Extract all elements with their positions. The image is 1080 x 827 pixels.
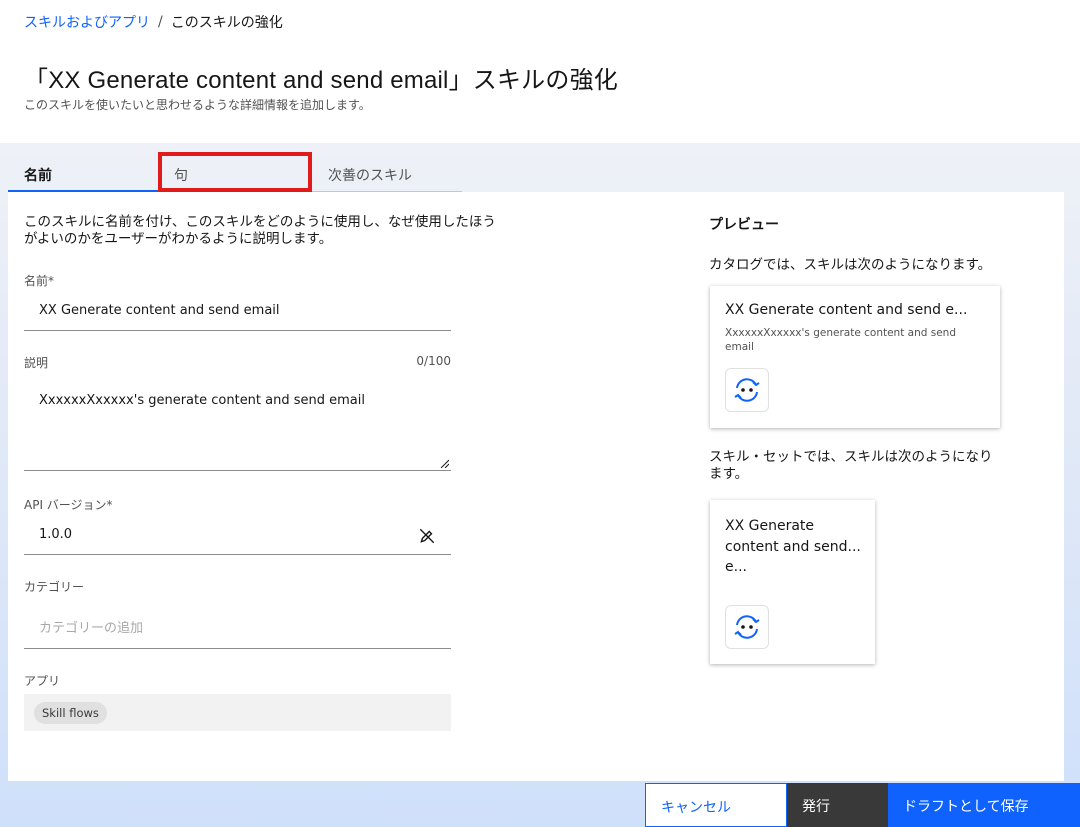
catalog-card-description: XxxxxxXxxxxx's generate content and send… bbox=[725, 327, 957, 353]
apps-label: アプリ bbox=[24, 674, 61, 688]
preview-skillset-card: XX Generate content and send... e... bbox=[710, 500, 875, 664]
apps-field: Skill flows bbox=[24, 694, 451, 731]
page-subtitle: このスキルを使いたいと思わせるような詳細情報を追加します。 bbox=[24, 98, 371, 112]
publish-button[interactable]: 発行 bbox=[787, 783, 888, 827]
name-input[interactable] bbox=[24, 291, 451, 331]
api-version-label: API バージョン* bbox=[24, 498, 113, 512]
footer-actions: キャンセル 発行 ドラフトとして保存 bbox=[645, 783, 1080, 827]
breadcrumb-link-skills-apps[interactable]: スキルおよびアプリ bbox=[24, 12, 150, 32]
page-title: 「XX Generate content and send email」スキルの… bbox=[24, 67, 618, 94]
breadcrumb: スキルおよびアプリ / このスキルの強化 bbox=[24, 12, 283, 32]
page-header: スキルおよびアプリ / このスキルの強化 「XX Generate conten… bbox=[0, 0, 1080, 143]
preview-title: プレビュー bbox=[709, 217, 779, 233]
tab-panel: このスキルに名前を付け、このスキルをどのように使用し、なぜ使用したほうがよいのか… bbox=[8, 192, 1064, 781]
edit-off-icon[interactable] bbox=[418, 527, 436, 545]
description-label: 説明 bbox=[24, 356, 49, 370]
skill-flow-icon bbox=[725, 368, 769, 412]
cancel-button[interactable]: キャンセル bbox=[645, 783, 787, 827]
category-label: カテゴリー bbox=[24, 580, 85, 594]
skillset-card-title: XX Generate content and send... e... bbox=[725, 518, 861, 575]
description-textarea[interactable]: XxxxxxXxxxxx's generate content and send… bbox=[24, 381, 451, 471]
app-tag-skill-flows: Skill flows bbox=[34, 702, 107, 724]
tab-phrases[interactable]: 句 bbox=[158, 152, 312, 192]
tab-list: 名前 句 次善のスキル bbox=[8, 152, 462, 192]
breadcrumb-current: このスキルの強化 bbox=[170, 15, 283, 31]
name-label: 名前* bbox=[24, 274, 55, 288]
api-version-input[interactable] bbox=[24, 515, 451, 555]
preview-catalog-label: カタログでは、スキルは次のようになります。 bbox=[709, 257, 992, 273]
breadcrumb-separator: / bbox=[158, 14, 163, 30]
tab-next-best-skills[interactable]: 次善のスキル bbox=[312, 152, 462, 192]
tab-name[interactable]: 名前 bbox=[8, 152, 158, 192]
form-intro: このスキルに名前を付け、このスキルをどのように使用し、なぜ使用したほうがよいのか… bbox=[24, 214, 496, 247]
save-draft-button[interactable]: ドラフトとして保存 bbox=[888, 783, 1080, 827]
skill-flow-icon bbox=[725, 605, 769, 649]
category-input[interactable] bbox=[24, 609, 451, 649]
resize-handle-icon[interactable] bbox=[439, 458, 449, 468]
catalog-card-title: XX Generate content and send e... bbox=[725, 302, 968, 318]
preview-catalog-card: XX Generate content and send e... Xxxxxx… bbox=[710, 286, 1000, 428]
preview-skillset-label: スキル・セットでは、スキルは次のようになります。 bbox=[709, 449, 993, 482]
description-counter: 0/100 bbox=[416, 354, 451, 368]
description-text: XxxxxxXxxxxx's generate content and send… bbox=[39, 393, 365, 408]
